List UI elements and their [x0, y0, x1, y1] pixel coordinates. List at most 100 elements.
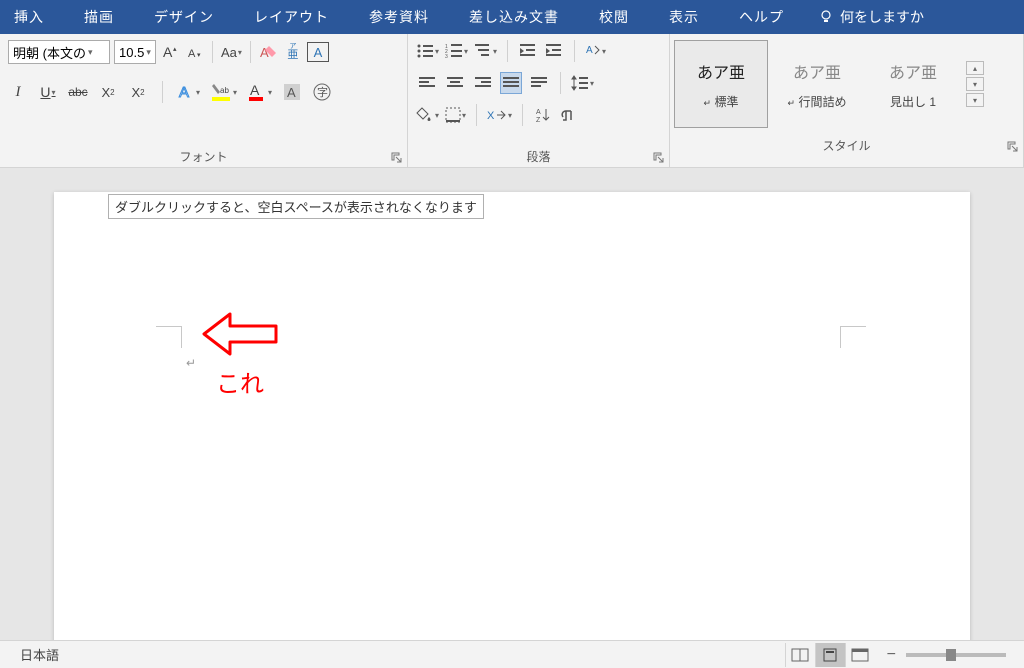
separator: [507, 40, 508, 62]
bullets-button[interactable]: ▾: [416, 39, 439, 63]
tab-mailings[interactable]: 差し込み文書: [463, 7, 565, 27]
font-name-combo[interactable]: 明朝 (本文の▾: [8, 40, 110, 64]
margin-corner-mark: [840, 326, 866, 348]
shrink-font-button[interactable]: A▾: [184, 40, 204, 64]
shading-button[interactable]: ▾: [416, 103, 439, 127]
character-border-button[interactable]: A: [307, 42, 329, 62]
grow-font-button[interactable]: A▴: [160, 40, 180, 64]
borders-button[interactable]: ▾: [445, 103, 466, 127]
style-preview: あア亜: [697, 59, 745, 83]
separator: [250, 41, 251, 63]
change-case-button[interactable]: Aa▾: [221, 40, 242, 64]
svg-text:3: 3: [445, 54, 448, 59]
document-area: [0, 168, 1024, 640]
tab-view[interactable]: 表示: [663, 7, 705, 27]
phonetic-guide-button[interactable]: ア亜: [283, 40, 303, 64]
web-layout-button[interactable]: [845, 643, 875, 667]
scroll-down-icon[interactable]: ▾: [966, 77, 984, 91]
svg-text:A: A: [163, 44, 173, 60]
font-size-combo[interactable]: 10.5▾: [114, 40, 156, 64]
ribbon: 明朝 (本文の▾ 10.5▾ A▴ A▾ Aa▾ A ア亜 A I U▾ abc…: [0, 34, 1024, 168]
svg-text:A: A: [536, 109, 541, 116]
zoom-slider[interactable]: [906, 653, 1006, 657]
menu-bar: 挿入 描画 デザイン レイアウト 参考資料 差し込み文書 校閲 表示 ヘルプ 何…: [0, 0, 1024, 34]
font-color-button[interactable]: A▾: [247, 80, 272, 104]
enclose-characters-button[interactable]: 字: [312, 80, 332, 104]
multilevel-list-button[interactable]: ▾: [474, 39, 497, 63]
tell-me-label: 何をしますか: [840, 7, 924, 27]
svg-text:Z: Z: [536, 117, 541, 123]
style-card-normal[interactable]: あア亜 ↵ 標準: [674, 40, 768, 128]
tab-draw[interactable]: 描画: [78, 7, 120, 27]
svg-text:A: A: [188, 48, 196, 60]
svg-text:▴: ▴: [173, 46, 177, 53]
clear-formatting-button[interactable]: A: [259, 40, 279, 64]
show-marks-button[interactable]: [559, 103, 579, 127]
tab-layout[interactable]: レイアウト: [248, 7, 335, 27]
svg-text:▾: ▾: [197, 52, 201, 59]
zoom-out-button[interactable]: −: [887, 646, 896, 664]
separator: [522, 104, 523, 126]
document-page[interactable]: [54, 192, 970, 640]
align-left-button[interactable]: [416, 72, 438, 94]
align-right-button[interactable]: [472, 72, 494, 94]
text-direction-button[interactable]: A▾: [585, 39, 606, 63]
tab-references[interactable]: 参考資料: [363, 7, 435, 27]
paragraph-mark-icon: ↵: [186, 356, 196, 370]
sort-button[interactable]: AZ: [533, 103, 553, 127]
tab-insert[interactable]: 挿入: [8, 7, 50, 27]
annotation-text: これ: [216, 364, 264, 399]
dialog-launcher-icon[interactable]: [1007, 141, 1019, 153]
strikethrough-button[interactable]: abc: [68, 80, 88, 104]
style-preview: あア亜: [793, 59, 841, 83]
align-justify-button[interactable]: [500, 72, 522, 94]
tab-design[interactable]: デザイン: [148, 7, 220, 27]
style-name: 見出し 1: [890, 93, 936, 110]
scroll-up-icon[interactable]: ▴: [966, 61, 984, 75]
highlight-button[interactable]: ab▾: [210, 80, 237, 104]
superscript-button[interactable]: X2: [128, 80, 148, 104]
lightbulb-icon: [818, 9, 834, 25]
language-indicator[interactable]: 日本語: [20, 645, 59, 664]
italic-button[interactable]: I: [8, 80, 28, 104]
text-effects-button[interactable]: A▾: [177, 80, 200, 104]
margin-corner-mark: [156, 326, 182, 348]
ribbon-group-styles: あア亜 ↵ 標準 あア亜 ↵ 行間詰め あア亜 見出し 1 ▴ ▾ ▾ スタイル: [670, 34, 1024, 167]
align-center-button[interactable]: [444, 72, 466, 94]
group-label-font: フォント: [179, 148, 227, 165]
style-name: ↵ 行間詰め: [788, 93, 847, 110]
expand-icon[interactable]: ▾: [966, 93, 984, 107]
ribbon-group-paragraph: ▾ 123▾ ▾ A▾ ▾ ▾ ▾: [408, 34, 670, 167]
asian-layout-button[interactable]: X▾: [487, 103, 512, 127]
styles-gallery-more[interactable]: ▴ ▾ ▾: [966, 40, 984, 128]
svg-text:A: A: [586, 45, 593, 56]
style-card-heading1[interactable]: あア亜 見出し 1: [866, 40, 960, 128]
tell-me-search[interactable]: 何をしますか: [818, 7, 924, 27]
tab-help[interactable]: ヘルプ: [733, 7, 790, 27]
character-shading-button[interactable]: A: [282, 80, 302, 104]
dialog-launcher-icon[interactable]: [391, 152, 403, 164]
svg-text:A: A: [179, 84, 189, 101]
numbering-button[interactable]: 123▾: [445, 39, 468, 63]
svg-text:A: A: [287, 85, 296, 100]
print-layout-button[interactable]: [815, 643, 845, 667]
decrease-indent-button[interactable]: [518, 39, 538, 63]
tab-review[interactable]: 校閲: [593, 7, 635, 27]
subscript-button[interactable]: X2: [98, 80, 118, 104]
style-card-no-spacing[interactable]: あア亜 ↵ 行間詰め: [770, 40, 864, 128]
annotation-arrow-icon: [200, 310, 280, 358]
font-name-value: 明朝 (本文の: [13, 43, 86, 62]
increase-indent-button[interactable]: [544, 39, 564, 63]
line-spacing-button[interactable]: ▾: [571, 71, 594, 95]
distributed-button[interactable]: [528, 72, 550, 94]
style-name: ↵ 標準: [704, 93, 739, 110]
read-mode-button[interactable]: [785, 643, 815, 667]
svg-text:ab: ab: [220, 86, 229, 95]
svg-text:字: 字: [317, 85, 328, 99]
dialog-launcher-icon[interactable]: [653, 152, 665, 164]
group-label-paragraph: 段落: [526, 148, 550, 165]
separator: [212, 41, 213, 63]
whitespace-tooltip: ダブルクリックすると、空白スペースが表示されなくなります: [108, 194, 484, 219]
underline-button[interactable]: U▾: [38, 80, 58, 104]
style-preview: あア亜: [889, 59, 937, 83]
